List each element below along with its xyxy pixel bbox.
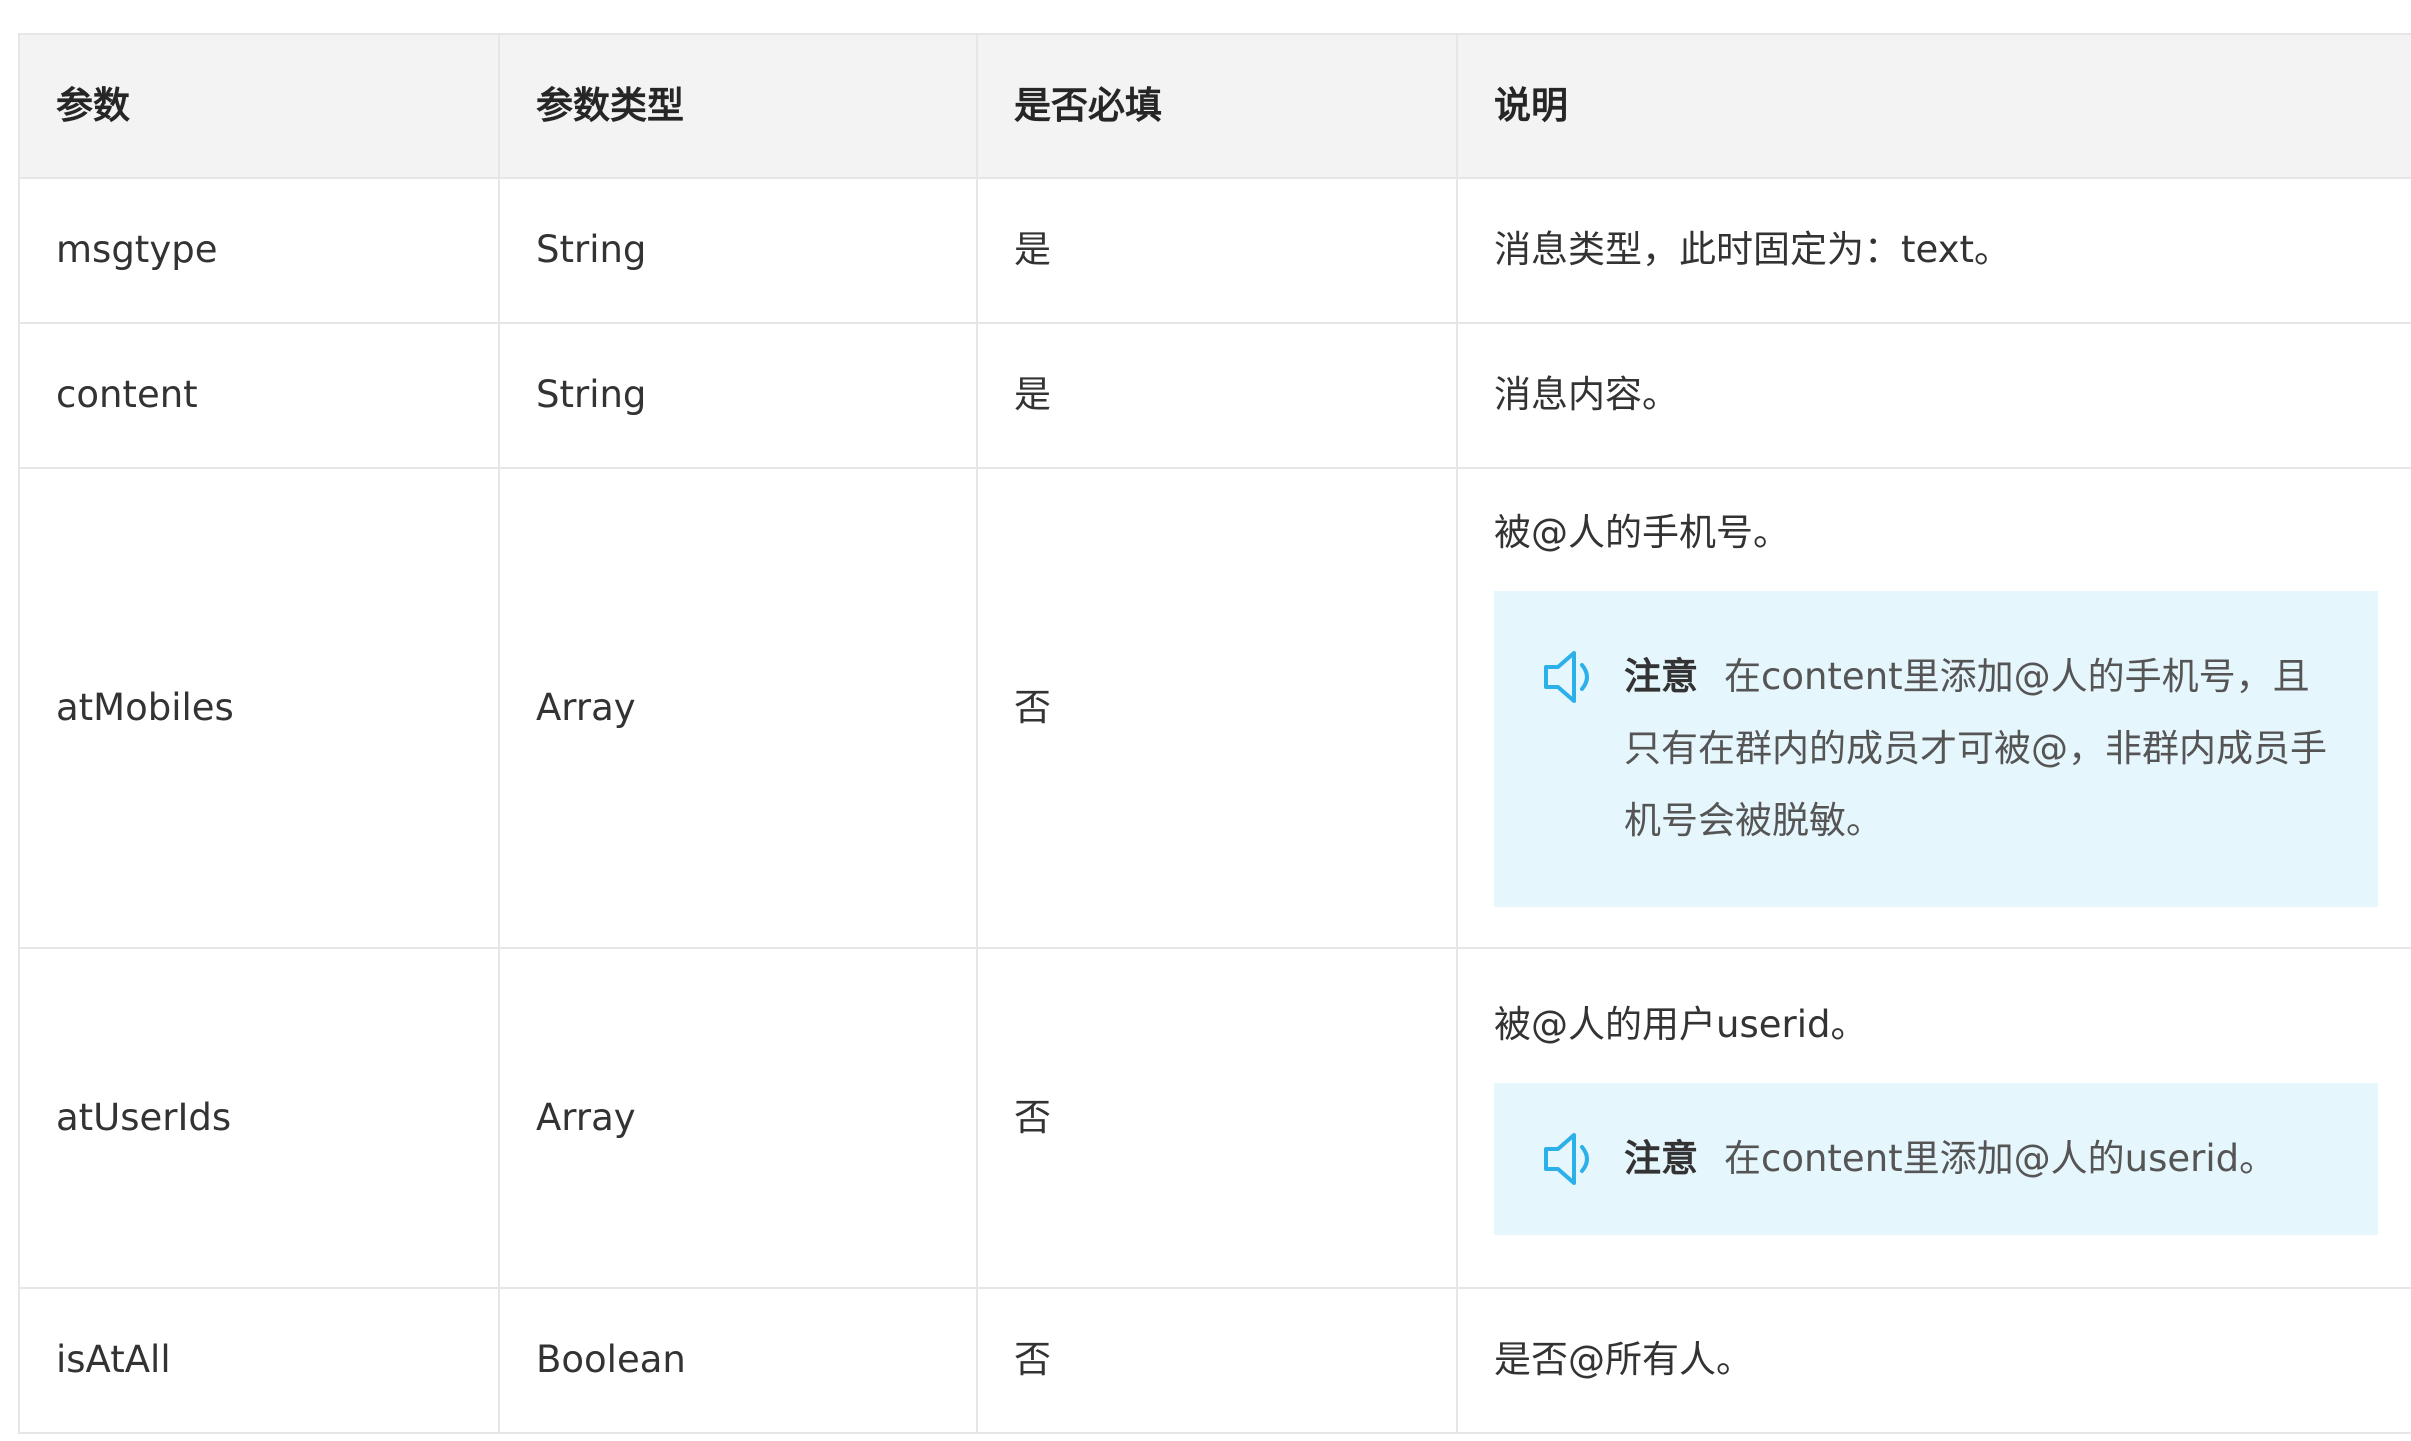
note-callout: 注意 在content里添加@人的userid。 xyxy=(1494,1083,2378,1236)
table-row: content String 是 消息内容。 xyxy=(18,322,2411,469)
table-row: atUserIds Array 否 被@人的用户userid。 注意 在conte… xyxy=(18,947,2411,1289)
speaker-icon xyxy=(1544,1133,1589,1186)
param-type-cell: Array xyxy=(498,947,978,1289)
description-text: 被@人的用户userid。 xyxy=(1494,1002,1868,1046)
param-type-cell: Boolean xyxy=(498,1287,978,1434)
table-row: atMobiles Array 否 被@人的手机号。 注意 在content里添加… xyxy=(18,467,2411,949)
description-text: 消息类型，此时固定为：text。 xyxy=(1494,228,2012,272)
param-name-cell: isAtAll xyxy=(18,1287,500,1434)
param-required-cell: 否 xyxy=(976,1287,1458,1434)
speaker-icon xyxy=(1544,651,1589,704)
note-body: 注意 在content里添加@人的userid。 xyxy=(1624,1123,2338,1195)
table-row: isAtAll Boolean 否 是否@所有人。 xyxy=(18,1287,2411,1434)
param-required-cell: 否 xyxy=(976,467,1458,949)
note-body: 注意 在content里添加@人的手机号，且只有在群内的成员才可被@，非群内成员手… xyxy=(1624,641,2338,857)
param-required-cell: 否 xyxy=(976,947,1458,1289)
param-description-cell: 被@人的用户userid。 注意 在content里添加@人的userid。 xyxy=(1456,947,2411,1289)
header-description: 说明 xyxy=(1456,33,2411,179)
description-text: 消息内容。 xyxy=(1494,373,1679,417)
param-type-cell: String xyxy=(498,322,978,469)
description-text: 被@人的手机号。 xyxy=(1494,510,1790,554)
note-text: 在content里添加@人的userid。 xyxy=(1724,1137,2277,1181)
param-type-cell: String xyxy=(498,177,978,324)
description-text: 是否@所有人。 xyxy=(1494,1338,1753,1382)
header-required: 是否必填 xyxy=(976,33,1458,179)
param-description-cell: 被@人的手机号。 注意 在content里添加@人的手机号，且只有在群内的成员才可… xyxy=(1456,467,2411,949)
param-name-cell: atUserIds xyxy=(18,947,500,1289)
table-row: msgtype String 是 消息类型，此时固定为：text。 xyxy=(18,177,2411,324)
param-name-cell: msgtype xyxy=(18,177,500,324)
header-param: 参数 xyxy=(18,33,500,179)
param-description-cell: 消息内容。 xyxy=(1456,322,2411,469)
param-required-cell: 是 xyxy=(976,177,1458,324)
header-param-type: 参数类型 xyxy=(498,33,978,179)
param-description-cell: 消息类型，此时固定为：text。 xyxy=(1456,177,2411,324)
table-header: 参数 参数类型 是否必填 说明 xyxy=(18,33,2411,179)
param-description-cell: 是否@所有人。 xyxy=(1456,1287,2411,1434)
note-callout: 注意 在content里添加@人的手机号，且只有在群内的成员才可被@，非群内成员手… xyxy=(1494,591,2378,908)
table-body: msgtype String 是 消息类型，此时固定为：text。 conten… xyxy=(18,177,2411,1434)
note-text: 在content里添加@人的手机号，且只有在群内的成员才可被@，非群内成员手机号… xyxy=(1624,655,2327,843)
param-name-cell: content xyxy=(18,322,500,469)
parameter-table: 参数 参数类型 是否必填 说明 msgtype String 是 消息类型，此时… xyxy=(18,33,2411,1434)
param-type-cell: Array xyxy=(498,467,978,949)
param-required-cell: 是 xyxy=(976,322,1458,469)
note-title: 注意 xyxy=(1624,1137,1698,1181)
parameter-table-container: 参数 参数类型 是否必填 说明 msgtype String 是 消息类型，此时… xyxy=(18,33,2411,1441)
param-name-cell: atMobiles xyxy=(18,467,500,949)
note-title: 注意 xyxy=(1624,655,1698,699)
header-row: 参数 参数类型 是否必填 说明 xyxy=(18,33,2411,179)
